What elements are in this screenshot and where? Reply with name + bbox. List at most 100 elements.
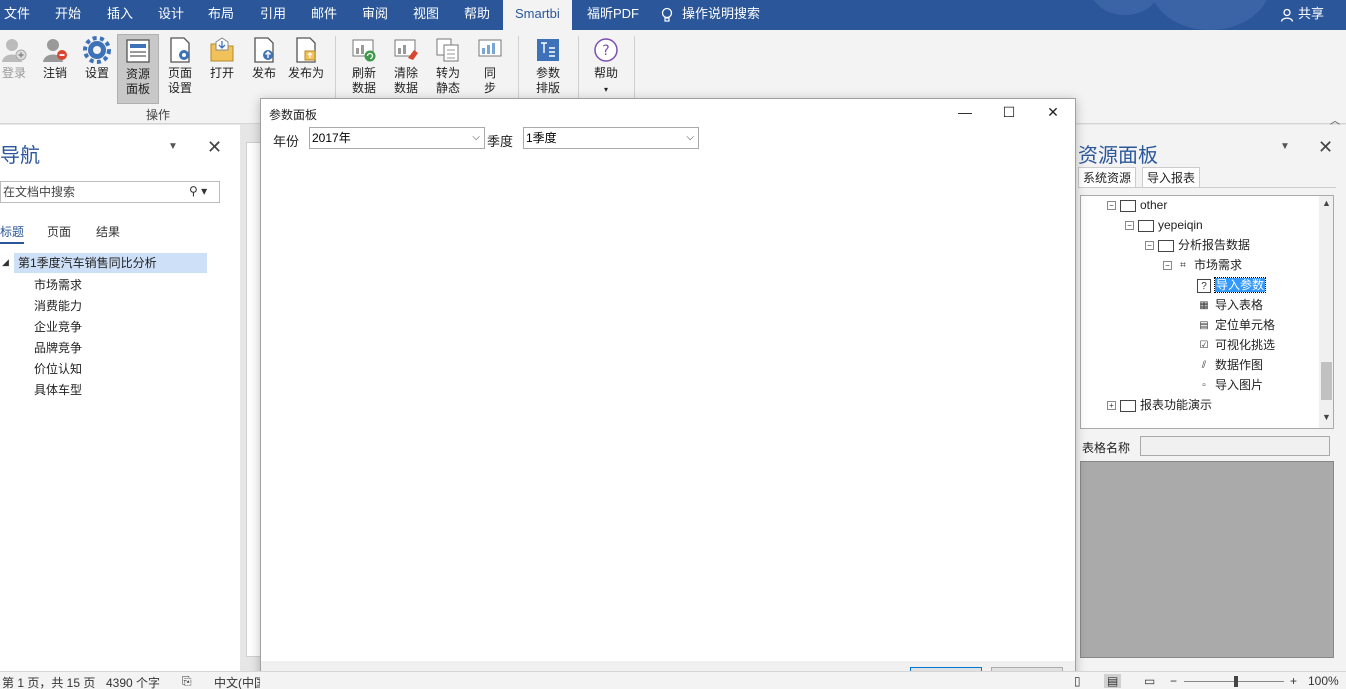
- param-layout-button[interactable]: 参数 排版: [528, 34, 568, 100]
- tree-leaf-visual-pick[interactable]: ☑ 可视化挑选: [1197, 336, 1276, 354]
- publish-as-button[interactable]: 发布为: [286, 34, 326, 100]
- collapse-icon[interactable]: −: [1145, 241, 1154, 251]
- tab-view[interactable]: 视图: [409, 0, 443, 30]
- tab-file[interactable]: 文件: [0, 0, 34, 30]
- tree-leaf-import-image[interactable]: ▫ 导入图片: [1197, 376, 1263, 394]
- nav-tab-headings[interactable]: 标题: [0, 223, 25, 244]
- page-count[interactable]: 第 1 页，共 15 页: [2, 674, 95, 689]
- page-setup-button[interactable]: 页面 设置: [162, 34, 198, 100]
- share-button[interactable]: 共享: [1280, 0, 1324, 30]
- tree-leaf-data-chart[interactable]: ⫽ 数据作图: [1197, 356, 1263, 374]
- tree-node-label: yepeiqin: [1158, 218, 1203, 232]
- heading-item[interactable]: 企业竞争: [34, 318, 82, 335]
- web-layout-icon[interactable]: ▭: [1144, 674, 1155, 688]
- expand-icon[interactable]: +: [1107, 401, 1116, 411]
- heading-item-root[interactable]: 第1季度汽车销售同比分析: [14, 253, 207, 273]
- collapse-icon[interactable]: −: [1163, 261, 1172, 271]
- login-button[interactable]: 登录: [0, 34, 28, 100]
- tree-scrollbar[interactable]: ▲ ▼: [1319, 196, 1333, 428]
- tab-layout[interactable]: 布局: [204, 0, 238, 30]
- tree-node-yepeiqin[interactable]: − yepeiqin: [1125, 216, 1203, 234]
- tab-references[interactable]: 引用: [256, 0, 290, 30]
- tab-review[interactable]: 审阅: [358, 0, 392, 30]
- minimize-icon[interactable]: —: [945, 101, 985, 123]
- publish-button[interactable]: 发布: [246, 34, 282, 100]
- proofing-icon[interactable]: ⎘: [182, 674, 192, 689]
- search-icon[interactable]: ⚲ ▾: [189, 184, 207, 198]
- tab-import-report[interactable]: 导入报表: [1142, 167, 1201, 187]
- folder-icon: [1158, 239, 1174, 252]
- panel-icon: [126, 39, 150, 63]
- open-folder-icon: [210, 37, 234, 62]
- help-button[interactable]: ? 帮助 ▾: [586, 34, 626, 100]
- word-count[interactable]: 4390 个字: [106, 674, 160, 689]
- tree-leaf-locate-cell[interactable]: ▤ 定位单元格: [1197, 316, 1275, 334]
- nav-tab-results[interactable]: 结果: [96, 223, 120, 240]
- to-static-button[interactable]: 转为 静态: [428, 34, 468, 100]
- tab-foxit-pdf[interactable]: 福昕PDF: [583, 0, 643, 30]
- heading-item[interactable]: 价位认知: [34, 360, 82, 377]
- nav-menu-icon[interactable]: ▼: [168, 141, 178, 152]
- zoom-level[interactable]: 100%: [1308, 674, 1339, 688]
- to-static-label-2: 静态: [435, 81, 460, 95]
- resource-close-icon[interactable]: ✕: [1318, 137, 1333, 158]
- collapse-icon[interactable]: −: [1107, 201, 1116, 211]
- read-mode-icon[interactable]: ▯: [1074, 674, 1081, 688]
- close-icon[interactable]: ✕: [1033, 101, 1073, 123]
- tab-home[interactable]: 开始: [51, 0, 85, 30]
- scroll-thumb[interactable]: [1321, 362, 1332, 400]
- heading-item[interactable]: 消费能力: [34, 297, 82, 314]
- language-status[interactable]: 中文(中国): [214, 674, 260, 689]
- tree-leaf-import-table[interactable]: ▦ 导入表格: [1197, 296, 1263, 314]
- quarter-select[interactable]: 1季度 ⌵: [523, 127, 699, 149]
- sync-button[interactable]: 同 步: [472, 34, 508, 100]
- resource-menu-icon[interactable]: ▼: [1280, 141, 1290, 152]
- tab-insert[interactable]: 插入: [103, 0, 137, 30]
- cell-icon: ▤: [1199, 319, 1209, 331]
- nav-search-input[interactable]: [1, 182, 181, 202]
- logout-label: 注销: [42, 66, 67, 80]
- logout-button[interactable]: 注销: [38, 34, 72, 100]
- scroll-down-icon[interactable]: ▼: [1322, 412, 1331, 422]
- tree-node-market[interactable]: − ⌗ 市场需求: [1163, 256, 1242, 274]
- collapse-arrow-icon[interactable]: ◢: [2, 257, 9, 268]
- year-select[interactable]: 2017年 ⌵: [309, 127, 485, 149]
- heading-item[interactable]: 市场需求: [34, 276, 82, 293]
- refresh-label-1: 刷新: [351, 66, 376, 80]
- scroll-up-icon[interactable]: ▲: [1322, 198, 1331, 208]
- year-value: 2017年: [312, 131, 351, 145]
- print-layout-icon[interactable]: ▤: [1104, 674, 1122, 688]
- resource-panel-button[interactable]: 资源 面板: [117, 34, 159, 104]
- tree-node-demo[interactable]: + 报表功能演示: [1107, 396, 1212, 414]
- zoom-out-icon[interactable]: −: [1170, 674, 1177, 688]
- login-label: 登录: [1, 66, 26, 80]
- collapse-icon[interactable]: −: [1125, 221, 1134, 231]
- clear-data-button[interactable]: 清除 数据: [386, 34, 426, 100]
- table-name-input[interactable]: [1140, 436, 1330, 456]
- quarter-label: 季度: [487, 134, 514, 149]
- tree-leaf-import-params[interactable]: ? 导入参数: [1197, 276, 1267, 294]
- open-button[interactable]: 打开: [204, 34, 240, 100]
- publish-icon: [254, 37, 274, 63]
- tab-design[interactable]: 设计: [154, 0, 188, 30]
- tab-system-resources[interactable]: 系统资源: [1078, 167, 1137, 187]
- settings-button[interactable]: 设置: [80, 34, 114, 100]
- maximize-icon[interactable]: ☐: [989, 101, 1029, 123]
- tab-mailings[interactable]: 邮件: [307, 0, 341, 30]
- zoom-in-icon[interactable]: +: [1290, 674, 1297, 688]
- publish-label: 发布: [251, 66, 276, 80]
- zoom-slider-thumb[interactable]: [1234, 676, 1238, 687]
- tree-node-other[interactable]: − other: [1107, 196, 1167, 214]
- help-label: 帮助: [593, 66, 618, 80]
- nav-close-icon[interactable]: ✕: [207, 137, 222, 158]
- tree-node-analysis-data[interactable]: − 分析报告数据: [1145, 236, 1250, 254]
- heading-item[interactable]: 具体车型: [34, 381, 82, 398]
- tell-me-search[interactable]: 操作说明搜索: [660, 0, 760, 30]
- to-static-icon: [436, 38, 459, 62]
- tab-smartbi[interactable]: Smartbi: [503, 0, 572, 30]
- refresh-data-button[interactable]: 刷新 数据: [344, 34, 384, 100]
- quarter-value: 1季度: [526, 131, 557, 145]
- nav-tab-pages[interactable]: 页面: [47, 223, 71, 240]
- heading-item[interactable]: 品牌竞争: [34, 339, 82, 356]
- tab-help[interactable]: 帮助: [460, 0, 494, 30]
